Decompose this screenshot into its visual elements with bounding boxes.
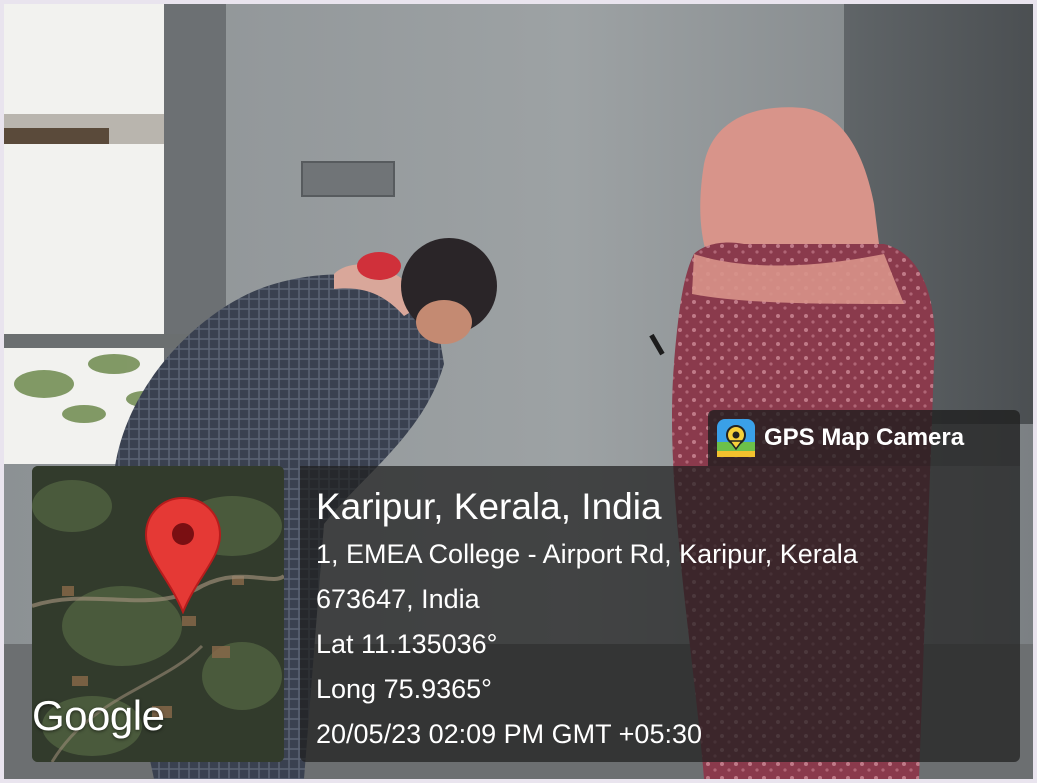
gps-map-camera-badge: GPS Map Camera (708, 410, 1020, 466)
longitude-text: Long 75.9365° (316, 674, 492, 704)
location-title: Karipur, Kerala, India (316, 486, 662, 527)
app-name-label: GPS Map Camera (764, 424, 965, 451)
address-line-2: 673647, India (316, 584, 480, 614)
address-line-1: 1, EMEA College - Airport Rd, Karipur, K… (316, 539, 858, 569)
datetime-text: 20/05/23 02:09 PM GMT +05:30 (316, 719, 703, 749)
location-info-panel: Karipur, Kerala, India 1, EMEA College -… (300, 466, 1020, 762)
map-pin-icon (144, 496, 222, 614)
map-brand-logo: Google (32, 692, 165, 739)
gps-map-camera-app-icon (717, 419, 755, 457)
map-thumbnail: Google (32, 466, 284, 762)
photo-frame: GPS Map Camera Google Karipur, Kerala, I… (4, 4, 1033, 779)
latitude-text: Lat 11.135036° (316, 629, 498, 659)
